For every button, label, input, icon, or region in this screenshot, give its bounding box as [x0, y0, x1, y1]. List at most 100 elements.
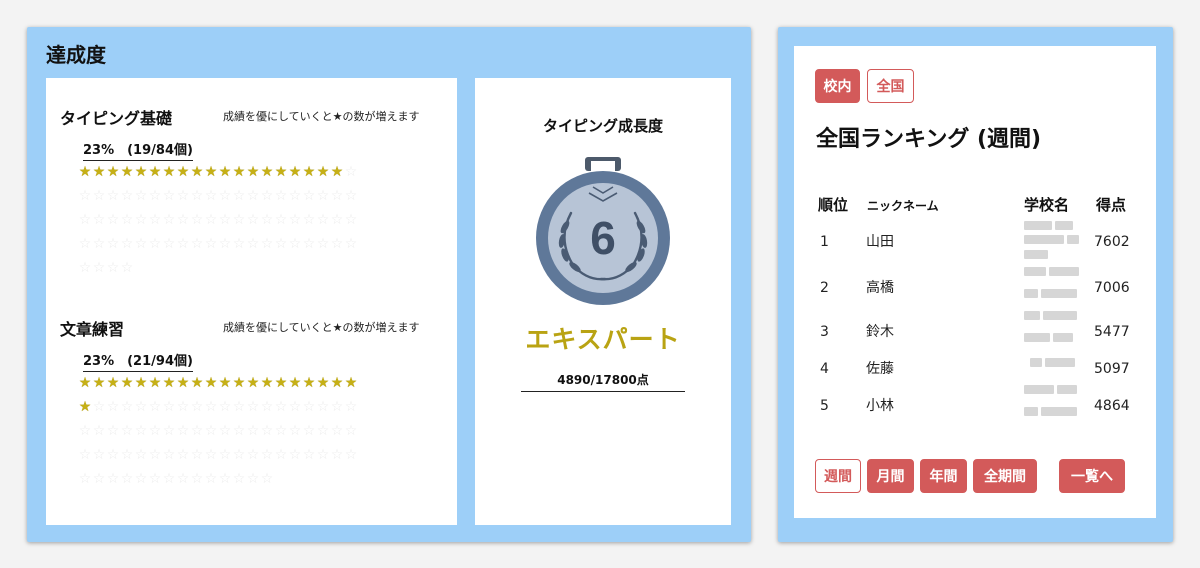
star-empty-icon: ☆	[92, 423, 106, 439]
star-empty-icon: ☆	[218, 447, 232, 463]
star-empty-icon: ☆	[176, 212, 190, 228]
period-tab-weekly[interactable]: 週間	[815, 459, 861, 493]
star-empty-icon: ☆	[204, 399, 218, 415]
star-empty-icon: ☆	[288, 188, 302, 204]
header-nickname: ニックネーム	[867, 199, 939, 213]
star-empty-icon: ☆	[274, 447, 288, 463]
star-empty-icon: ☆	[204, 471, 218, 487]
star-empty-icon: ☆	[246, 212, 260, 228]
star-empty-icon: ☆	[190, 188, 204, 204]
star-empty-icon: ☆	[162, 423, 176, 439]
star-empty-icon: ☆	[162, 212, 176, 228]
period-tab-monthly[interactable]: 月間	[867, 459, 914, 493]
star-filled-icon: ★	[288, 375, 302, 391]
star-empty-icon: ☆	[232, 236, 246, 252]
star-empty-icon: ☆	[288, 236, 302, 252]
star-empty-icon: ☆	[176, 236, 190, 252]
star-empty-icon: ☆	[288, 212, 302, 228]
row-nickname: 山田	[866, 234, 894, 250]
star-empty-icon: ☆	[176, 188, 190, 204]
star-empty-icon: ☆	[218, 423, 232, 439]
course-typing-basics: タイピング基礎 成績を優にしていくと★の数が増えます 23% (19/84個) …	[46, 105, 457, 295]
school-name-blurred	[1024, 311, 1082, 351]
star-empty-icon: ☆	[134, 188, 148, 204]
star-empty-icon: ☆	[246, 236, 260, 252]
period-tab-yearly[interactable]: 年間	[920, 459, 967, 493]
course-progress-text: 23% (19/84個)	[83, 139, 193, 161]
star-empty-icon: ☆	[162, 471, 176, 487]
ranking-panel: 校内 全国 全国ランキング (週間) 順位 ニックネーム 学校名 得点 1 山田…	[778, 27, 1173, 542]
star-empty-icon: ☆	[260, 188, 274, 204]
star-filled-icon: ★	[148, 375, 162, 391]
star-empty-icon: ☆	[78, 236, 92, 252]
course-hint: 成績を優にしていくと★の数が増えます	[223, 321, 420, 334]
row-score: 5097	[1094, 361, 1130, 377]
star-filled-icon: ★	[92, 164, 106, 180]
star-empty-icon: ☆	[134, 423, 148, 439]
star-empty-icon: ☆	[302, 447, 316, 463]
star-empty-icon: ☆	[190, 399, 204, 415]
period-tab-all-time[interactable]: 全期間	[973, 459, 1037, 493]
scope-tab-national[interactable]: 全国	[867, 69, 914, 103]
star-empty-icon: ☆	[134, 236, 148, 252]
header-school: 学校名	[1024, 196, 1070, 214]
growth-points: 4890/17800点	[521, 371, 685, 392]
star-filled-icon: ★	[106, 375, 120, 391]
star-empty-icon: ☆	[344, 399, 358, 415]
view-list-button[interactable]: 一覧へ	[1059, 459, 1125, 493]
star-empty-icon: ☆	[106, 399, 120, 415]
star-filled-icon: ★	[120, 375, 134, 391]
course-hint: 成績を優にしていくと★の数が増えます	[223, 110, 420, 123]
star-empty-icon: ☆	[190, 447, 204, 463]
star-empty-icon: ☆	[148, 188, 162, 204]
star-empty-icon: ☆	[148, 212, 162, 228]
star-empty-icon: ☆	[260, 423, 274, 439]
star-filled-icon: ★	[204, 164, 218, 180]
school-name-blurred	[1024, 385, 1082, 425]
row-score: 7006	[1094, 280, 1130, 296]
star-empty-icon: ☆	[106, 212, 120, 228]
star-filled-icon: ★	[302, 375, 316, 391]
star-filled-icon: ★	[316, 375, 330, 391]
star-filled-icon: ★	[120, 164, 134, 180]
star-empty-icon: ☆	[162, 399, 176, 415]
star-empty-icon: ☆	[190, 471, 204, 487]
header-score: 得点	[1096, 196, 1127, 214]
star-empty-icon: ☆	[218, 236, 232, 252]
school-name-blurred	[1024, 221, 1082, 261]
star-empty-icon: ☆	[316, 399, 330, 415]
star-empty-icon: ☆	[148, 236, 162, 252]
star-filled-icon: ★	[316, 164, 330, 180]
star-empty-icon: ☆	[218, 188, 232, 204]
star-empty-icon: ☆	[344, 212, 358, 228]
star-empty-icon: ☆	[106, 188, 120, 204]
star-empty-icon: ☆	[134, 471, 148, 487]
star-empty-icon: ☆	[232, 399, 246, 415]
star-empty-icon: ☆	[316, 423, 330, 439]
star-empty-icon: ☆	[120, 447, 134, 463]
star-empty-icon: ☆	[204, 236, 218, 252]
star-empty-icon: ☆	[106, 471, 120, 487]
star-filled-icon: ★	[92, 375, 106, 391]
course-progress-card: タイピング基礎 成績を優にしていくと★の数が増えます 23% (19/84個) …	[46, 78, 457, 525]
star-empty-icon: ☆	[92, 188, 106, 204]
star-empty-icon: ☆	[148, 471, 162, 487]
row-rank: 4	[820, 361, 829, 377]
star-empty-icon: ☆	[232, 212, 246, 228]
star-empty-icon: ☆	[120, 260, 134, 276]
star-empty-icon: ☆	[106, 260, 120, 276]
star-empty-icon: ☆	[120, 423, 134, 439]
star-empty-icon: ☆	[134, 399, 148, 415]
star-empty-icon: ☆	[120, 399, 134, 415]
school-name-blurred	[1024, 267, 1082, 307]
star-empty-icon: ☆	[330, 447, 344, 463]
scope-tab-school[interactable]: 校内	[815, 69, 860, 103]
star-empty-icon: ☆	[218, 471, 232, 487]
star-filled-icon: ★	[148, 164, 162, 180]
star-empty-icon: ☆	[120, 236, 134, 252]
star-empty-icon: ☆	[232, 447, 246, 463]
row-score: 7602	[1094, 234, 1130, 250]
star-filled-icon: ★	[78, 399, 92, 415]
star-filled-icon: ★	[190, 164, 204, 180]
star-empty-icon: ☆	[330, 236, 344, 252]
